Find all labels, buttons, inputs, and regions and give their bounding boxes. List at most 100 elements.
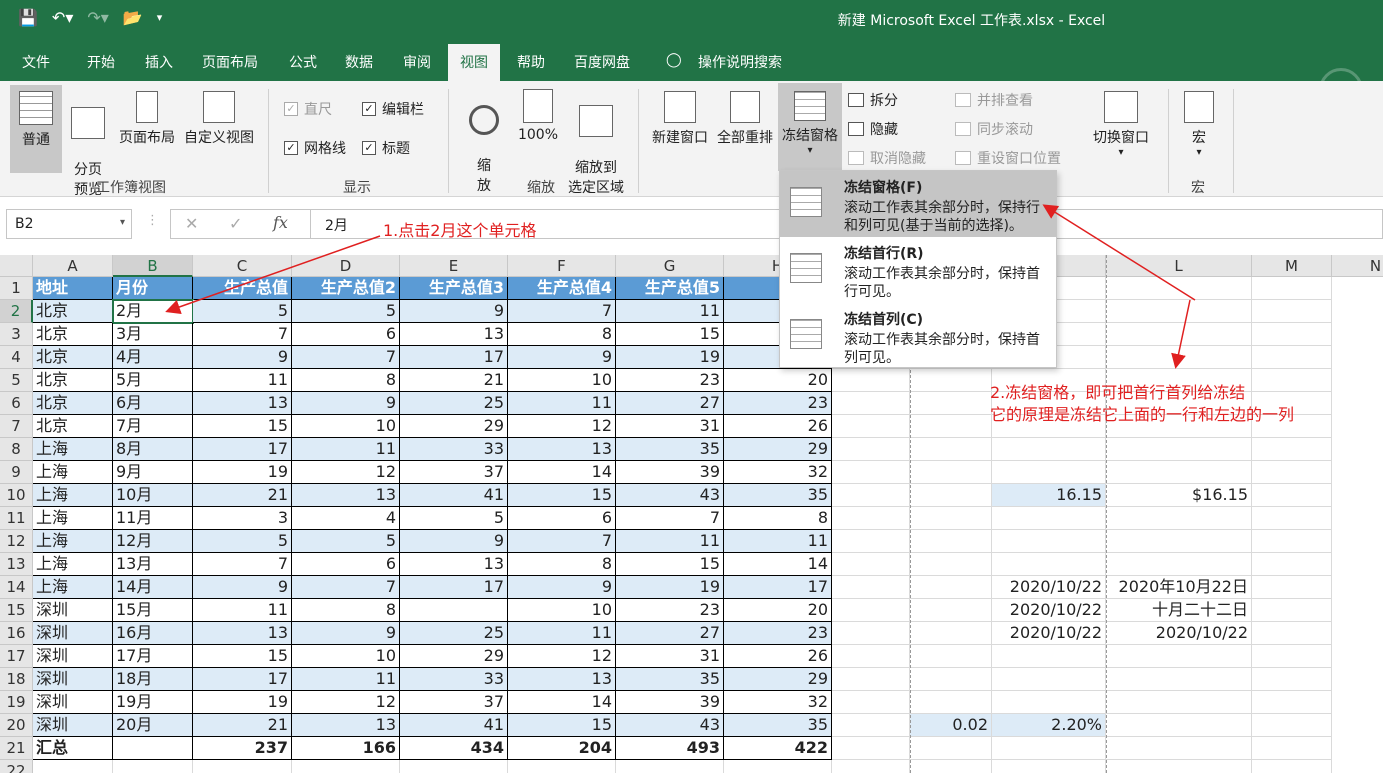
cell[interactable]: 北京 — [33, 392, 113, 415]
row-header[interactable]: 12 — [0, 530, 33, 553]
zoom-button[interactable]: 缩 放 — [464, 89, 504, 195]
cell[interactable] — [910, 576, 992, 599]
cell[interactable]: 35 — [616, 438, 724, 461]
cell[interactable]: 17 — [400, 346, 508, 369]
tab-view[interactable]: 视图 — [448, 44, 500, 81]
freeze-panes-button[interactable]: 冻结窗格 ▾ — [778, 83, 842, 171]
cell[interactable]: 7 — [508, 300, 616, 323]
row-header[interactable]: 21 — [0, 737, 33, 760]
cell[interactable]: 8月 — [113, 438, 193, 461]
value-cell[interactable]: 0.02 — [910, 714, 992, 737]
cell[interactable]: 21 — [193, 484, 292, 507]
cell[interactable]: 35 — [724, 484, 832, 507]
cell[interactable]: 15 — [508, 714, 616, 737]
cell[interactable]: 9 — [508, 576, 616, 599]
row-header[interactable]: 14 — [0, 576, 33, 599]
total-cell[interactable]: 493 — [616, 737, 724, 760]
cancel-icon[interactable]: ✕ — [185, 214, 198, 233]
cell[interactable] — [832, 760, 910, 773]
tab-home[interactable]: 开始 — [87, 52, 115, 72]
cell[interactable]: 32 — [724, 461, 832, 484]
cell[interactable]: 13 — [400, 323, 508, 346]
cell[interactable]: 11 — [724, 530, 832, 553]
cell[interactable] — [992, 760, 1106, 773]
column-header[interactable]: D — [292, 255, 400, 277]
cell[interactable]: 25 — [400, 622, 508, 645]
cell[interactable]: 15月 — [113, 599, 193, 622]
cell[interactable]: 17 — [193, 438, 292, 461]
cell[interactable]: 7 — [292, 576, 400, 599]
cell[interactable]: 19 — [616, 576, 724, 599]
column-header[interactable]: L — [1106, 255, 1252, 277]
cell[interactable] — [1252, 645, 1332, 668]
cell[interactable]: 8 — [508, 323, 616, 346]
cell[interactable] — [1106, 277, 1252, 300]
cell[interactable]: 北京 — [33, 300, 113, 323]
cell[interactable]: 11 — [508, 622, 616, 645]
row-header[interactable]: 7 — [0, 415, 33, 438]
cell[interactable]: 9 — [193, 576, 292, 599]
cell[interactable] — [1106, 668, 1252, 691]
normal-view-button[interactable]: 普通 — [10, 85, 62, 173]
cell[interactable] — [832, 461, 910, 484]
cell[interactable]: 5 — [193, 530, 292, 553]
cell[interactable] — [992, 461, 1106, 484]
page-layout-view-button[interactable]: 页面布局 — [116, 91, 178, 147]
cell[interactable] — [1106, 507, 1252, 530]
row-header[interactable]: 5 — [0, 369, 33, 392]
row-header[interactable]: 1 — [0, 277, 33, 300]
switch-windows-button[interactable]: 切换窗口 ▾ — [1088, 91, 1154, 158]
cell[interactable] — [832, 530, 910, 553]
cell[interactable] — [1106, 737, 1252, 760]
cell[interactable]: 23 — [724, 622, 832, 645]
row-header[interactable]: 9 — [0, 461, 33, 484]
cell[interactable]: 15 — [616, 553, 724, 576]
cell[interactable]: 7 — [193, 323, 292, 346]
cell[interactable] — [1252, 507, 1332, 530]
cell[interactable] — [910, 484, 992, 507]
cell[interactable] — [992, 668, 1106, 691]
cell[interactable] — [910, 737, 992, 760]
cell[interactable]: 上海 — [33, 484, 113, 507]
cell[interactable] — [910, 622, 992, 645]
cell[interactable] — [400, 599, 508, 622]
cell[interactable] — [832, 415, 910, 438]
cell[interactable] — [910, 392, 992, 415]
total-cell[interactable]: 166 — [292, 737, 400, 760]
column-header[interactable]: G — [616, 255, 724, 277]
cell[interactable]: 15 — [193, 645, 292, 668]
tab-insert[interactable]: 插入 — [145, 52, 173, 72]
total-cell[interactable] — [113, 737, 193, 760]
tab-baidu-netdisk[interactable]: 百度网盘 — [574, 52, 630, 72]
split-button[interactable]: 拆分 — [848, 90, 898, 110]
cell[interactable]: 31 — [616, 645, 724, 668]
cell[interactable]: 26 — [724, 645, 832, 668]
cell[interactable]: 23 — [724, 392, 832, 415]
cell[interactable] — [832, 622, 910, 645]
cell[interactable]: 8 — [724, 507, 832, 530]
zoom-100-button[interactable]: 100% — [516, 89, 560, 143]
cell[interactable]: 31 — [616, 415, 724, 438]
cell[interactable]: 19 — [193, 691, 292, 714]
value-cell[interactable]: 2020/10/22 — [992, 599, 1106, 622]
enter-icon[interactable]: ✓ — [229, 214, 242, 233]
cell[interactable]: 9 — [508, 346, 616, 369]
cell[interactable]: 9 — [400, 530, 508, 553]
cell[interactable]: 43 — [616, 714, 724, 737]
gridlines-checkbox[interactable]: ✓ 网格线 — [284, 138, 346, 158]
table-header-cell[interactable]: 地址 — [33, 277, 113, 300]
cell[interactable]: 37 — [400, 691, 508, 714]
value-cell[interactable]: 2020年10月22日 — [1106, 576, 1252, 599]
row-header[interactable]: 10 — [0, 484, 33, 507]
cell[interactable]: 5月 — [113, 369, 193, 392]
cell[interactable]: 19 — [193, 461, 292, 484]
cell[interactable] — [910, 760, 992, 773]
cell[interactable]: 21 — [400, 369, 508, 392]
cell[interactable]: 上海 — [33, 438, 113, 461]
cell[interactable] — [1252, 484, 1332, 507]
cell[interactable] — [910, 553, 992, 576]
cell[interactable]: 10 — [508, 369, 616, 392]
cell[interactable]: 12 — [508, 415, 616, 438]
cell[interactable] — [832, 553, 910, 576]
total-cell[interactable]: 422 — [724, 737, 832, 760]
